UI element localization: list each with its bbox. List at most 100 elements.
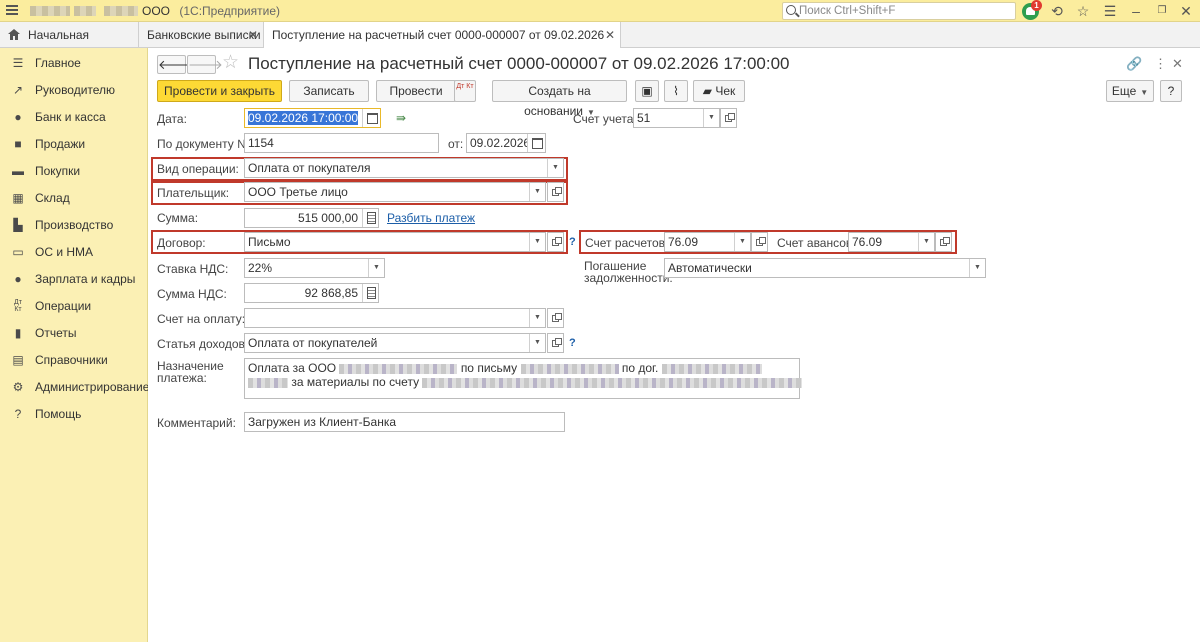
global-search-input[interactable]: Поиск Ctrl+Shift+F xyxy=(782,2,1016,20)
advance-account-open-icon[interactable] xyxy=(935,232,952,252)
account-label: Счет учета: xyxy=(573,112,637,126)
structure-button[interactable]: ▣ xyxy=(635,80,659,102)
income-help-icon[interactable]: ? xyxy=(569,337,576,349)
attachments-button[interactable]: ⌇ xyxy=(664,80,688,102)
account-open-icon[interactable] xyxy=(720,108,737,128)
sidebar-item-directories[interactable]: ▤ Справочники xyxy=(0,347,148,374)
save-button[interactable]: Записать xyxy=(289,80,369,102)
payer-field[interactable]: ООО Третье лицо ▼ xyxy=(244,182,546,202)
link-icon[interactable]: 🔗 xyxy=(1126,56,1142,72)
contract-open-icon[interactable] xyxy=(547,232,564,252)
calculator-icon[interactable] xyxy=(362,209,378,227)
sidebar-item-help[interactable]: ? Помощь xyxy=(0,401,148,428)
sidebar-item-director[interactable]: ↗ Руководителю xyxy=(0,77,148,104)
sum-value: 515 000,00 xyxy=(297,211,358,225)
restore-icon[interactable]: ❐ xyxy=(1154,3,1170,19)
dropdown-icon[interactable]: ▼ xyxy=(529,183,545,201)
sidebar-item-payroll[interactable]: ● Зарплата и кадры xyxy=(0,266,148,293)
dropdown-icon[interactable]: ▼ xyxy=(529,309,545,327)
sidebar-item-label: Главное xyxy=(35,56,81,70)
dropdown-icon[interactable]: ▼ xyxy=(529,334,545,352)
advance-account-field[interactable]: 76.09 ▼ xyxy=(848,232,935,252)
income-item-field[interactable]: Оплата от покупателей ▼ xyxy=(244,333,546,353)
comment-field[interactable]: Загружен из Клиент-Банка xyxy=(244,412,565,432)
forward-button[interactable]: 🡒 xyxy=(187,55,223,74)
more-actions-icon[interactable]: ⋮ xyxy=(1154,56,1167,72)
post-button[interactable]: Провести xyxy=(376,80,456,102)
help-button[interactable]: ? xyxy=(1160,80,1182,102)
dropdown-icon[interactable]: ▼ xyxy=(969,259,985,277)
op-type-field[interactable]: Оплата от покупателя ▼ xyxy=(244,158,564,178)
chevron-down-icon: ▼ xyxy=(1140,88,1149,97)
payer-label: Плательщик: xyxy=(157,186,230,200)
date-arrow-icon[interactable]: ⇛ xyxy=(396,111,406,125)
sidebar-item-fixed-assets[interactable]: ▭ ОС и НМА xyxy=(0,239,148,266)
contract-help-icon[interactable]: ? xyxy=(569,236,576,248)
contract-field[interactable]: Письмо ▼ xyxy=(244,232,546,252)
sidebar-item-label: Справочники xyxy=(35,353,108,367)
favorite-star-icon[interactable]: ☆ xyxy=(222,53,239,73)
favorites-icon[interactable]: ☆ xyxy=(1075,3,1091,19)
comment-label: Комментарий: xyxy=(157,416,236,430)
calendar-icon[interactable] xyxy=(362,109,380,127)
invoice-open-icon[interactable] xyxy=(547,308,564,328)
factory-icon: ▙ xyxy=(13,218,23,232)
coin-icon: ● xyxy=(14,110,22,124)
invoice-field[interactable]: ▼ xyxy=(244,308,546,328)
more-button[interactable]: Еще ▼ xyxy=(1106,80,1154,102)
settle-account-field[interactable]: 76.09 ▼ xyxy=(664,232,751,252)
close-tab-icon[interactable]: ✕ xyxy=(248,22,258,48)
sidebar-item-bank-cash[interactable]: ● Банк и касса xyxy=(0,104,148,131)
post-and-close-button[interactable]: Провести и закрыть xyxy=(157,80,282,102)
close-window-icon[interactable]: ✕ xyxy=(1178,3,1194,19)
tab-receipt-document[interactable]: Поступление на расчетный счет 0000-00000… xyxy=(264,22,621,68)
tab-bank-statements-label: Банковские выписки xyxy=(147,28,261,42)
account-field[interactable]: 51 ▼ xyxy=(633,108,720,128)
dropdown-icon[interactable]: ▼ xyxy=(734,233,750,251)
dropdown-icon[interactable]: ▼ xyxy=(703,109,719,127)
sum-field[interactable]: 515 000,00 xyxy=(244,208,379,228)
from-date-field[interactable]: 09.02.2026 xyxy=(466,133,546,153)
close-form-icon[interactable]: ✕ xyxy=(1172,56,1183,72)
date-field[interactable]: 09.02.2026 17:00:00 xyxy=(244,108,381,128)
history-icon[interactable]: ⟲ xyxy=(1049,3,1065,19)
dt-kt-button[interactable]: Дт Кт xyxy=(454,80,476,102)
payer-open-icon[interactable] xyxy=(547,182,564,202)
purpose-textarea[interactable]: Оплата за ООО по письму по дог. за матер… xyxy=(244,358,803,399)
vat-rate-field[interactable]: 22% ▼ xyxy=(244,258,385,278)
sidebar-item-sales[interactable]: ■ Продажи xyxy=(0,131,148,158)
vat-sum-field[interactable]: 92 868,85 xyxy=(244,283,379,303)
redacted-text xyxy=(248,377,288,388)
sidebar-item-reports[interactable]: ▮ Отчеты xyxy=(0,320,148,347)
sidebar-item-production[interactable]: ▙ Производство xyxy=(0,212,148,239)
sidebar-item-operations[interactable]: Дт Кт Операции xyxy=(0,293,148,320)
dropdown-icon[interactable]: ▼ xyxy=(547,159,563,177)
tab-bank-statements[interactable]: Банковские выписки ✕ xyxy=(139,22,264,48)
tab-home[interactable]: Начальная страница xyxy=(0,22,139,68)
split-payment-link[interactable]: Разбить платеж xyxy=(387,211,475,225)
debt-repayment-field[interactable]: Автоматически ▼ xyxy=(664,258,986,278)
calendar-icon[interactable] xyxy=(527,134,545,152)
sidebar-item-administration[interactable]: ⚙ Администрирование xyxy=(0,374,150,401)
main-menu-icon[interactable] xyxy=(6,5,18,17)
settle-account-open-icon[interactable] xyxy=(751,232,768,252)
dropdown-icon[interactable]: ▼ xyxy=(529,233,545,251)
invoice-label: Счет на оплату: xyxy=(157,312,246,326)
dropdown-icon[interactable]: ▼ xyxy=(368,259,384,277)
create-based-on-button[interactable]: Создать на основании ▼ xyxy=(492,80,627,118)
settings-menu-icon[interactable]: ☰ xyxy=(1102,3,1118,19)
sidebar-item-main[interactable]: ☰ Главное xyxy=(0,50,148,77)
doc-no-field[interactable]: 1154 xyxy=(244,133,439,153)
sidebar-item-warehouse[interactable]: ▦ Склад xyxy=(0,185,148,212)
receipt-button[interactable]: ▰ Чек xyxy=(693,80,745,102)
calculator-icon[interactable] xyxy=(362,284,378,302)
minimize-icon[interactable]: – xyxy=(1128,3,1144,19)
blurred-org-name xyxy=(30,6,70,16)
back-button[interactable]: 🡐 xyxy=(157,55,193,74)
sidebar-item-purchases[interactable]: ▬ Покупки xyxy=(0,158,148,185)
income-item-open-icon[interactable] xyxy=(547,333,564,353)
home-icon xyxy=(8,29,20,40)
page-title: Поступление на расчетный счет 0000-00000… xyxy=(248,54,790,73)
dropdown-icon[interactable]: ▼ xyxy=(918,233,934,251)
close-tab-icon[interactable]: ✕ xyxy=(605,22,615,48)
